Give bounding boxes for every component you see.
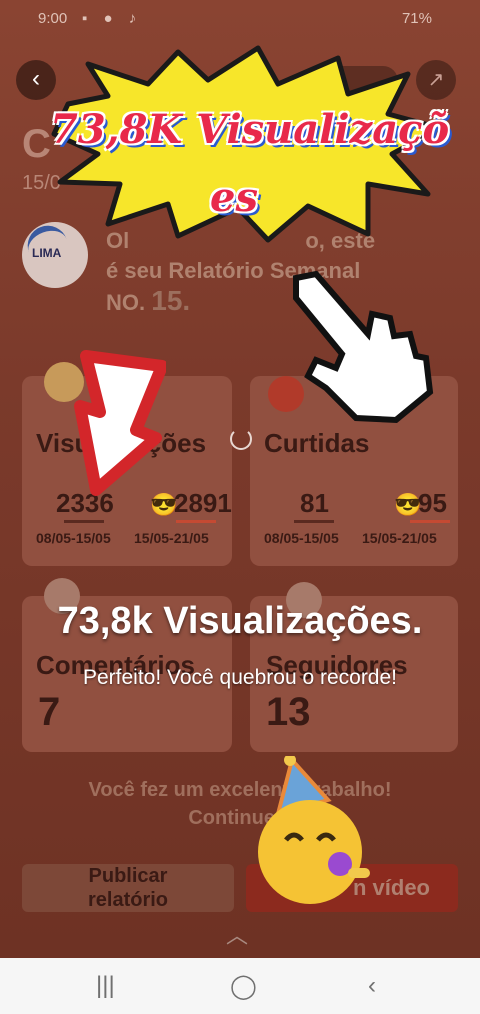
- overlay-headline: 73,8k Visualizações.: [57, 600, 423, 642]
- card-comments-value: 7: [38, 690, 61, 734]
- burst-headline-line2: es: [210, 174, 258, 221]
- app-screen: 9:00 ▪ ● ♪ 71% ‹ ↗ P C 15/0 LIMA Ol o, e…: [0, 0, 480, 958]
- greeting-number: 15.: [151, 285, 191, 316]
- avatar-logo-text: LIMA: [32, 246, 62, 260]
- card-likes-previous: 95: [418, 488, 447, 518]
- page-title: C: [22, 122, 51, 166]
- card-views-underline-a: [64, 520, 104, 523]
- card-likes-underline-a: [294, 520, 334, 523]
- notification-icons: ▪ ● ♪: [82, 10, 143, 27]
- status-bar: 9:00 ▪ ● ♪ 71%: [0, 0, 480, 36]
- card-views-underline-b: [176, 520, 216, 523]
- card-likes-label: Curtidas: [264, 428, 370, 458]
- down-arrow-icon: [74, 350, 166, 496]
- card-likes-current: 81: [300, 488, 329, 518]
- publish-report-button[interactable]: Publicar relatório: [22, 864, 234, 912]
- publish-report-label: Publicar relatório: [87, 865, 169, 911]
- card-likes-range-a: 08/05-15/05: [264, 530, 339, 546]
- greeting-no: NO.: [106, 290, 146, 315]
- home-button[interactable]: ◯: [230, 972, 257, 1001]
- spinner-icon: [230, 428, 252, 450]
- card-likes-underline-b: [410, 520, 450, 523]
- battery-level: 71%: [401, 10, 432, 27]
- card-views-range-a: 08/05-15/05: [36, 530, 111, 546]
- pointing-hand-icon: [293, 270, 434, 424]
- encouragement-line1: Você fez um excelente trabalho!: [88, 779, 392, 801]
- card-followers-value: 13: [266, 690, 311, 734]
- burst-headline-line1: 73,8K Visualizaçõ: [50, 106, 450, 153]
- chevron-up-icon[interactable]: ︿: [226, 918, 248, 950]
- encouragement-text: Você fez um excelente trabalho! Continue…: [40, 776, 440, 832]
- card-views-previous: 2891: [174, 488, 232, 518]
- overlay-subtitle: Perfeito! Você quebrou o recorde!: [82, 666, 398, 689]
- party-emoji-icon: [258, 756, 370, 904]
- encouragement-line2: Continue a: [188, 807, 292, 829]
- card-views-range-b: 15/05-21/05: [134, 530, 209, 546]
- back-arrow-icon: ‹: [32, 65, 40, 92]
- system-nav-bar: ||| ◯ ‹: [0, 958, 480, 1014]
- card-likes-range-b: 15/05-21/05: [362, 530, 437, 546]
- nav-back-button[interactable]: ‹: [368, 972, 376, 1000]
- recents-button[interactable]: |||: [96, 972, 115, 1000]
- status-time: 9:00: [38, 10, 68, 27]
